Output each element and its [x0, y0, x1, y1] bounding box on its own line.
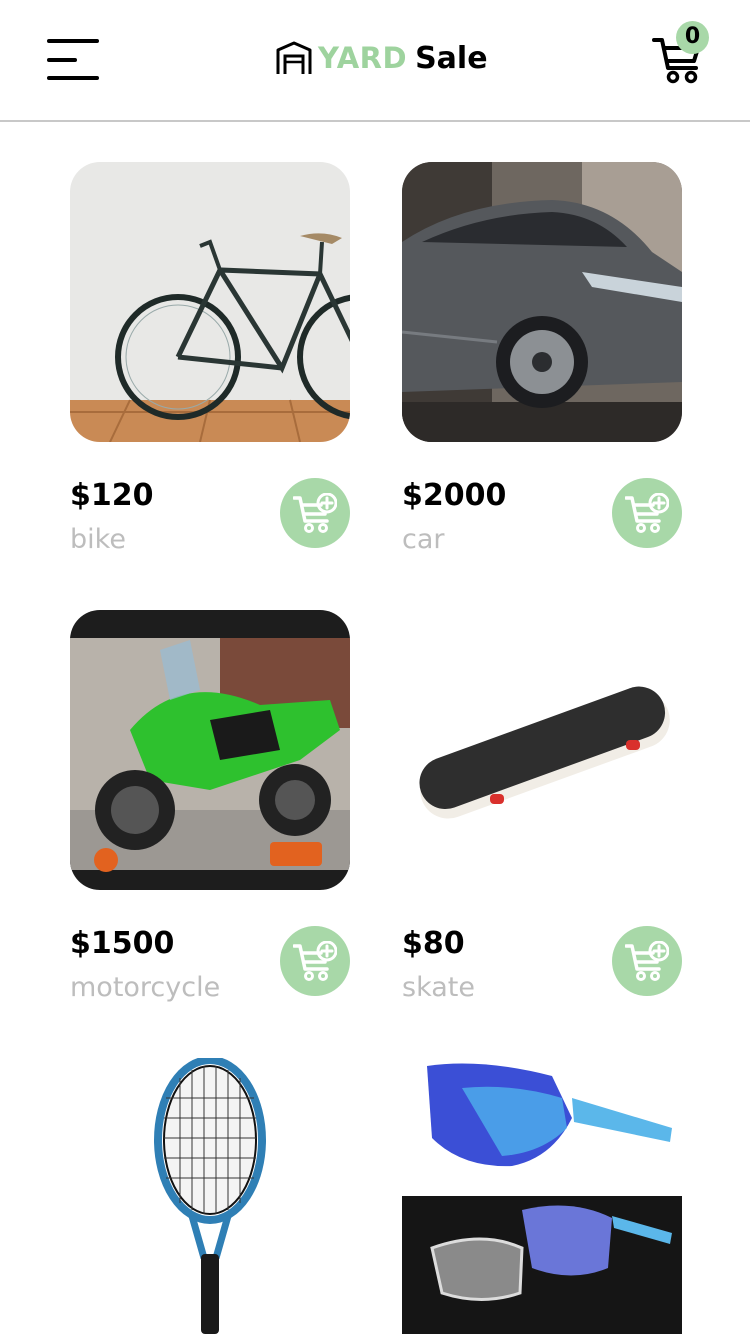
brand-word-yard: YARD [318, 41, 408, 75]
sunglasses-photo[interactable] [402, 1058, 682, 1334]
product-name: car [402, 524, 445, 555]
product-card-skate[interactable]: $80 skate [402, 610, 682, 1010]
product-name: motorcycle [70, 972, 221, 1003]
skateboard-photo[interactable] [402, 610, 682, 890]
product-card-bike[interactable]: $120 bike [70, 162, 350, 562]
product-card-sunglasses[interactable] [402, 1058, 682, 1334]
product-price: $80 [402, 926, 465, 961]
product-card-car[interactable]: $2000 car [402, 162, 682, 562]
product-price: $1500 [70, 926, 175, 961]
cart-count-badge: 0 [676, 21, 709, 54]
product-name: skate [402, 972, 475, 1003]
brand-word-sale: Sale [415, 40, 488, 76]
cart-button[interactable]: 0 [652, 21, 709, 86]
add-to-cart-button[interactable] [280, 926, 350, 996]
add-to-cart-button[interactable] [280, 478, 350, 548]
add-to-cart-icon [625, 493, 669, 533]
add-to-cart-icon [293, 941, 337, 981]
product-price: $120 [70, 478, 154, 513]
tennis-racket-photo[interactable] [70, 1058, 350, 1334]
app-header: YARD Sale 0 [0, 0, 750, 122]
add-to-cart-button[interactable] [612, 478, 682, 548]
garage-icon [276, 41, 312, 74]
car-photo[interactable] [402, 162, 682, 442]
product-card-motorcycle[interactable]: $1500 motorcycle [70, 610, 350, 1010]
add-to-cart-icon [293, 493, 337, 533]
add-to-cart-icon [625, 941, 669, 981]
product-card-racket[interactable] [70, 1058, 350, 1334]
menu-button[interactable] [47, 39, 99, 81]
motorcycle-photo[interactable] [70, 610, 350, 890]
product-price: $2000 [402, 478, 507, 513]
add-to-cart-button[interactable] [612, 926, 682, 996]
hamburger-menu-icon [47, 39, 99, 43]
product-name: bike [70, 524, 126, 555]
bicycle-photo[interactable] [70, 162, 350, 442]
brand-logo: YARD Sale [276, 38, 488, 78]
